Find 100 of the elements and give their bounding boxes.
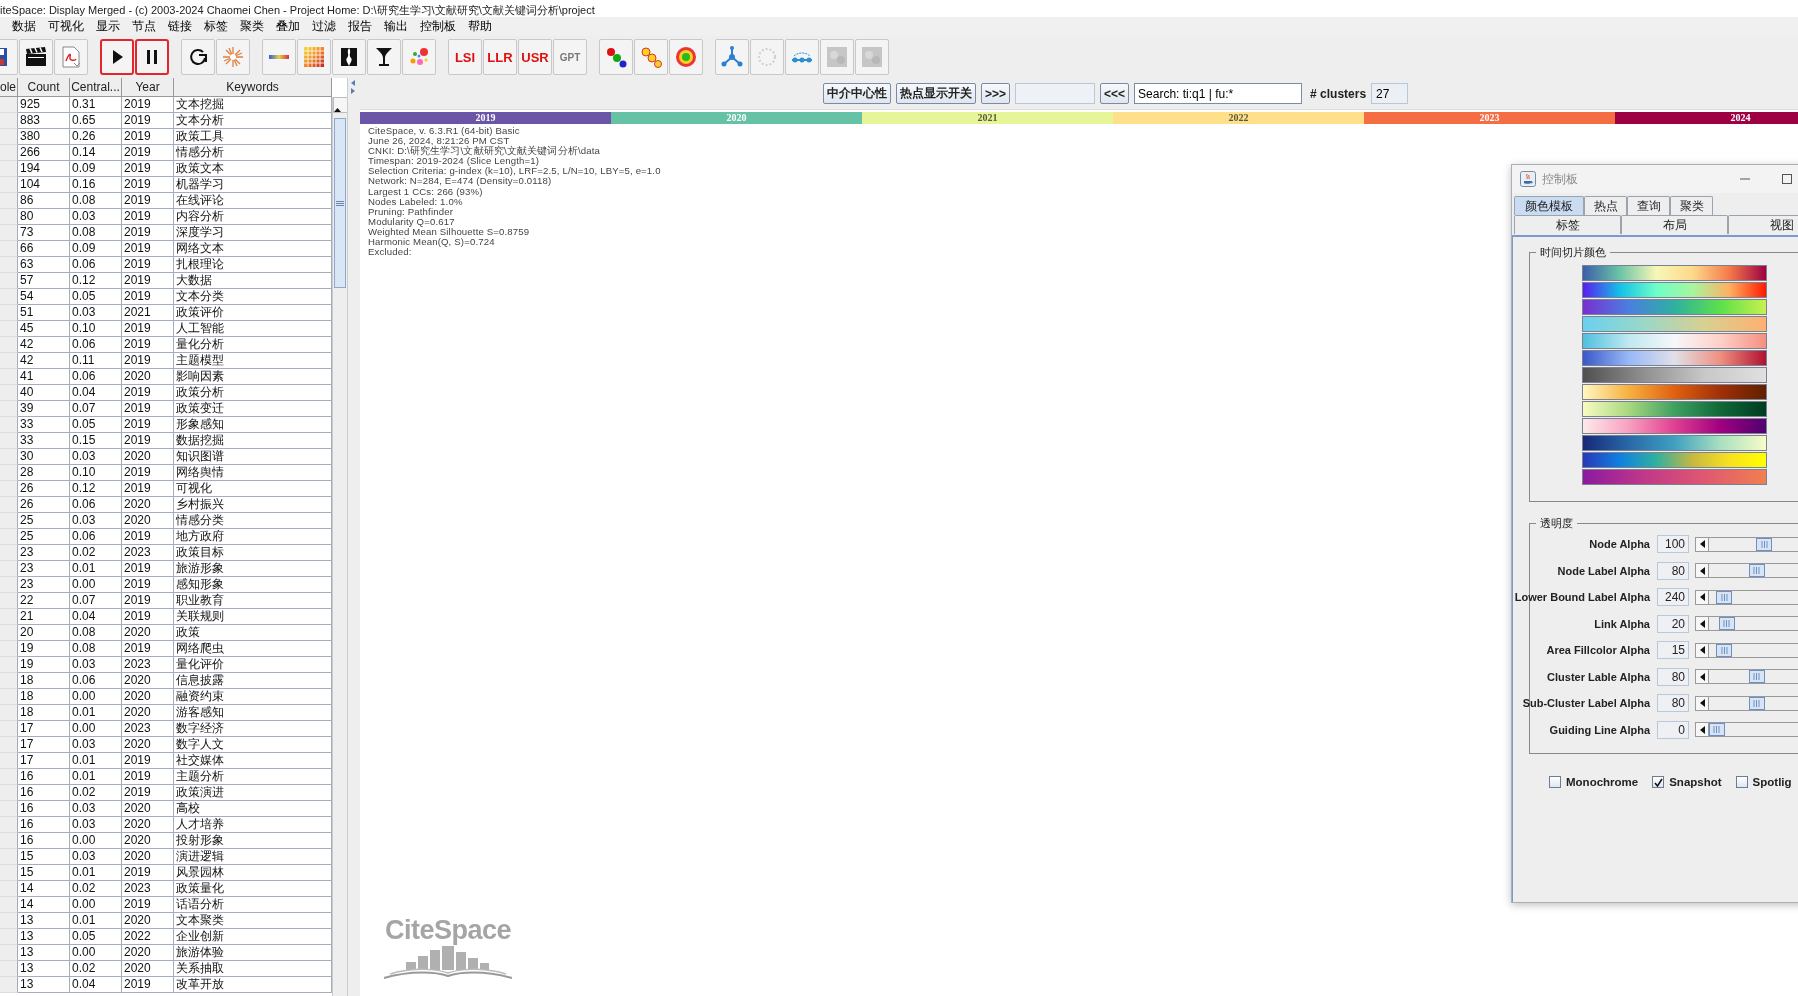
input-field[interactable]: 27 xyxy=(1371,83,1409,104)
ring-icon xyxy=(674,45,698,69)
slider-thumb[interactable] xyxy=(1748,696,1765,710)
tab[interactable]: 查询 xyxy=(1627,196,1670,215)
palette-swatch[interactable] xyxy=(1582,452,1767,468)
toolbar-button[interactable]: 热点显示开关 xyxy=(896,83,976,104)
toolbar-button[interactable] xyxy=(100,39,134,75)
input-field[interactable]: 80 xyxy=(1657,561,1689,580)
toolbar-button[interactable] xyxy=(332,39,366,75)
slider-left-button[interactable] xyxy=(1695,616,1709,632)
input-field[interactable]: 80 xyxy=(1657,667,1689,686)
slider-left-button[interactable] xyxy=(1695,669,1709,685)
toolbar-button[interactable] xyxy=(135,39,169,75)
table-cell: 17 xyxy=(18,737,70,753)
toolbar-button[interactable]: 中介中心性 xyxy=(823,83,891,104)
table-cell: 2020 xyxy=(122,513,174,529)
menu-item[interactable]: 输出 xyxy=(380,16,416,37)
palette-swatch[interactable] xyxy=(1582,333,1767,349)
menu-item[interactable]: 链接 xyxy=(164,16,200,37)
column-header[interactable]: Year xyxy=(122,78,174,97)
table-cell: 0.14 xyxy=(70,145,122,161)
palette-swatch[interactable] xyxy=(1582,401,1767,417)
slider-left-button[interactable] xyxy=(1695,589,1709,605)
toolbar-button[interactable] xyxy=(181,39,215,75)
slider-thumb[interactable] xyxy=(1748,670,1765,684)
palette-swatch[interactable] xyxy=(1582,282,1767,298)
menu-item[interactable]: 标签 xyxy=(200,16,236,37)
table-cell: 2019 xyxy=(122,161,174,177)
slider-thumb[interactable] xyxy=(1748,564,1765,578)
toolbar-button[interactable]: <<< xyxy=(1100,83,1130,104)
menu-item[interactable]: 可视化 xyxy=(44,16,92,37)
menu-item[interactable]: 控制板 xyxy=(416,16,464,37)
tab[interactable]: 聚类 xyxy=(1670,196,1713,215)
slider-thumb[interactable] xyxy=(1718,617,1735,631)
palette-swatch[interactable] xyxy=(1582,316,1767,332)
menu-item[interactable]: 帮助 xyxy=(464,16,500,37)
window-title: 控制板 xyxy=(1542,170,1578,188)
input-field[interactable]: 0 xyxy=(1657,720,1689,739)
input-field[interactable]: 240 xyxy=(1657,588,1689,607)
palette-swatch[interactable] xyxy=(1582,299,1767,315)
menu-item[interactable]: 数据 xyxy=(8,16,44,37)
palette-swatch[interactable] xyxy=(1582,350,1767,366)
table-cell: 54 xyxy=(18,289,70,305)
toolbar-button[interactable]: LLR xyxy=(483,39,517,75)
menu-item[interactable]: 报告 xyxy=(344,16,380,37)
slider-left-button[interactable] xyxy=(1695,563,1709,579)
input-field[interactable] xyxy=(1015,83,1096,104)
tab[interactable]: 热点 xyxy=(1584,196,1627,215)
palette-swatch[interactable] xyxy=(1582,469,1767,485)
menu-item[interactable]: 节点 xyxy=(128,16,164,37)
tab[interactable]: 视图 xyxy=(1728,215,1798,234)
input-field[interactable]: 100 xyxy=(1657,535,1689,554)
slider-left-button[interactable] xyxy=(1695,642,1709,658)
table-cell: 16 xyxy=(18,785,70,801)
menu-item[interactable]: 过滤 xyxy=(308,16,344,37)
column-header[interactable]: Keywords xyxy=(174,78,332,97)
table-cell: 0.05 xyxy=(70,417,122,433)
scrollbar-thumb[interactable] xyxy=(334,118,346,288)
group-title: 时间切片颜色 xyxy=(1539,245,1607,260)
column-header[interactable]: Count xyxy=(18,78,70,97)
toolbar-button[interactable] xyxy=(19,39,53,75)
toolbar-button[interactable]: USR xyxy=(518,39,552,75)
toolbar-button[interactable]: LSI xyxy=(448,39,482,75)
menu-item[interactable]: 叠加 xyxy=(272,16,308,37)
palette-swatch[interactable] xyxy=(1582,435,1767,451)
table-cell: 0.04 xyxy=(70,385,122,401)
palette-swatch[interactable] xyxy=(1582,265,1767,281)
toolbar-button[interactable] xyxy=(599,39,633,75)
menu-item[interactable]: 聚类 xyxy=(236,16,272,37)
tab[interactable]: 布局 xyxy=(1621,215,1728,234)
checkbox[interactable]: Monochrome xyxy=(1549,776,1639,788)
slider-thumb[interactable] xyxy=(1716,643,1732,657)
left-arrow-icon xyxy=(1699,593,1705,602)
input-field[interactable]: 20 xyxy=(1657,614,1689,633)
table-cell: 文本挖掘 xyxy=(174,97,332,113)
checkbox[interactable]: Snapshot xyxy=(1652,776,1722,788)
search-field[interactable]: Search: ti:q1 | fu:* xyxy=(1134,83,1303,104)
tab[interactable]: 颜色模板 xyxy=(1514,196,1584,215)
checkbox[interactable]: Spotlig xyxy=(1735,776,1792,788)
scrollbar[interactable] xyxy=(332,97,347,996)
slider-left-button[interactable] xyxy=(1695,722,1709,738)
slider-left-button[interactable] xyxy=(1695,695,1709,711)
palette-swatch[interactable] xyxy=(1582,384,1767,400)
input-field[interactable]: 80 xyxy=(1657,694,1689,713)
menu-item[interactable]: 显示 xyxy=(92,16,128,37)
tab[interactable]: 标签 xyxy=(1514,215,1621,234)
palette-swatch[interactable] xyxy=(1582,418,1767,434)
slider-thumb[interactable] xyxy=(1716,590,1732,604)
slider-left-button[interactable] xyxy=(1695,536,1709,552)
row-header xyxy=(0,641,18,657)
row-header xyxy=(0,817,18,833)
scroll-up-button[interactable] xyxy=(333,97,347,113)
column-header[interactable]: Central... xyxy=(70,78,122,97)
column-header[interactable]: ole xyxy=(0,78,18,97)
palette-swatch[interactable] xyxy=(1582,367,1767,383)
toolbar-button[interactable]: >>> xyxy=(981,83,1011,104)
input-field[interactable]: 15 xyxy=(1657,641,1689,660)
slider-thumb[interactable] xyxy=(1756,537,1772,551)
row-header xyxy=(0,561,18,577)
toolbar-button[interactable] xyxy=(367,39,401,75)
